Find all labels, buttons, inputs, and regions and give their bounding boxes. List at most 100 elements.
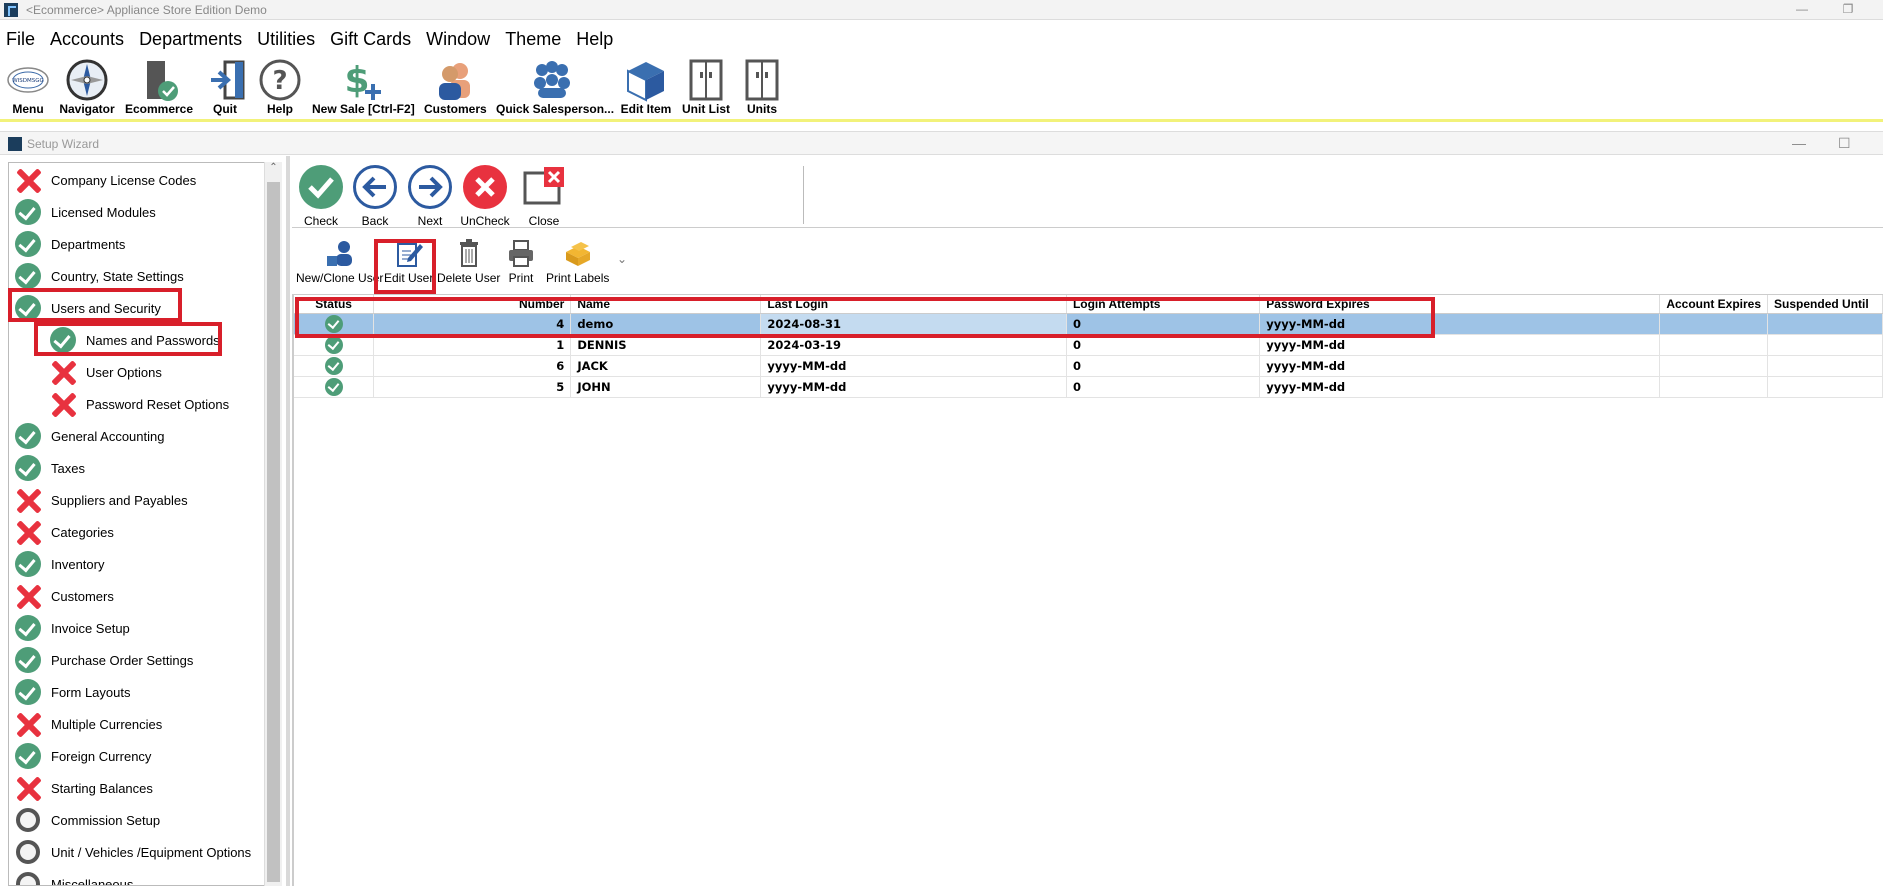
menu-help[interactable]: Help — [570, 26, 622, 52]
column-header-account-expires[interactable]: Account Expires — [1659, 295, 1769, 314]
scroll-thumb[interactable] — [267, 182, 280, 882]
toolbar-menu-button[interactable]: WISDMSGG Menu — [4, 56, 52, 118]
column-header-last-login[interactable]: Last Login — [760, 295, 1067, 314]
new-clone-user-button[interactable]: New/Clone User — [296, 238, 383, 285]
toolbar-unit-list-button[interactable]: Unit List — [682, 56, 730, 118]
child-maximize-button[interactable]: ☐ — [1838, 135, 1851, 152]
column-header-name[interactable]: Name — [570, 295, 762, 314]
wizard-step[interactable]: Password Reset Options — [48, 389, 229, 419]
print-labels-button[interactable]: Print Labels — [546, 238, 609, 285]
cell-name: demo — [570, 313, 762, 335]
wizard-step[interactable]: General Accounting — [13, 421, 164, 451]
check-icon — [299, 165, 343, 209]
cabinet-icon — [684, 58, 728, 102]
column-header-status[interactable]: Status — [294, 295, 375, 314]
toolbar-navigator-button[interactable]: Navigator — [58, 56, 116, 118]
wizard-nav-toolbar: Check Back Next UnCheck Close — [292, 162, 1883, 228]
wizard-step[interactable]: Foreign Currency — [13, 741, 151, 771]
menu-departments[interactable]: Departments — [133, 26, 251, 52]
restore-button[interactable]: ❐ — [1838, 2, 1858, 18]
toolbar-separator — [803, 166, 804, 224]
wizard-step[interactable]: Multiple Currencies — [13, 709, 162, 739]
wizard-step[interactable]: Form Layouts — [13, 677, 130, 707]
toolbar-units-button[interactable]: Units — [740, 56, 784, 118]
wizard-step[interactable]: Departments — [13, 229, 125, 259]
check-button[interactable]: Check — [295, 165, 347, 228]
wizard-step[interactable]: Company License Codes — [13, 165, 196, 195]
cell-account-expires — [1659, 313, 1769, 335]
row-status-ok-icon — [324, 377, 343, 396]
column-header-password-expires[interactable]: Password Expires — [1259, 295, 1661, 314]
cell-last-login: yyyy-MM-dd — [760, 355, 1067, 377]
group-icon — [530, 58, 574, 102]
menu-accounts[interactable]: Accounts — [44, 26, 133, 52]
row-status-ok-icon — [324, 314, 343, 333]
toolbar-edit-item-button[interactable]: Edit Item — [618, 56, 674, 118]
close-button[interactable]: Close — [518, 165, 570, 228]
setup-wizard-titlebar: Setup Wizard — ☐ — [0, 131, 1883, 155]
menu-file[interactable]: File — [0, 26, 44, 52]
toolbar-quick-salesperson-button[interactable]: Quick Salesperson... — [496, 56, 614, 118]
cell-account-expires — [1659, 376, 1769, 398]
box-icon — [624, 58, 668, 102]
minimize-button[interactable]: — — [1792, 2, 1812, 18]
back-button[interactable]: Back — [349, 165, 401, 228]
menu-window[interactable]: Window — [420, 26, 499, 52]
uncheck-button[interactable]: UnCheck — [459, 165, 511, 228]
cell-password-expires: yyyy-MM-dd — [1259, 313, 1661, 335]
cell-login-attempts: 0 — [1066, 334, 1261, 356]
toolbar-quit-button[interactable]: Quit — [205, 56, 245, 118]
cell-password-expires: yyyy-MM-dd — [1259, 334, 1661, 356]
menu-theme[interactable]: Theme — [499, 26, 570, 52]
main-toolbar: WISDMSGG Menu Navigator Ecommerce Quit ?… — [0, 56, 1883, 122]
wizard-step[interactable]: Taxes — [13, 453, 85, 483]
table-row[interactable]: 5 JOHN yyyy-MM-dd 0 yyyy-MM-dd — [294, 376, 1883, 398]
edit-pencil-icon — [394, 238, 424, 268]
column-header-suspended-until[interactable]: Suspended Until — [1767, 295, 1883, 314]
column-header-number[interactable]: Number — [373, 295, 572, 314]
wizard-step[interactable]: Commission Setup — [13, 805, 160, 835]
wizard-step[interactable]: Suppliers and Payables — [13, 485, 188, 515]
cabinet-icon — [740, 58, 784, 102]
column-header-login-attempts[interactable]: Login Attempts — [1066, 295, 1261, 314]
child-minimize-button[interactable]: — — [1792, 135, 1806, 151]
table-row[interactable]: 1 DENNIS 2024-03-19 0 yyyy-MM-dd — [294, 334, 1883, 356]
menu-utilities[interactable]: Utilities — [251, 26, 324, 52]
wizard-step[interactable]: Starting Balances — [13, 773, 153, 803]
toolbar-help-button[interactable]: ? Help — [258, 56, 302, 118]
wizard-step-users-and-security[interactable]: Users and Security — [13, 293, 161, 323]
toolbar-new-sale-button[interactable]: $ New Sale [Ctrl-F2] — [312, 56, 415, 118]
delete-user-button[interactable]: Delete User — [437, 238, 500, 285]
status-done-icon — [15, 647, 41, 673]
scroll-up-arrow-icon[interactable]: ⌃ — [265, 162, 282, 180]
edit-user-button[interactable]: Edit User — [384, 238, 433, 285]
toolbar-customers-button[interactable]: Customers — [424, 56, 487, 118]
status-missing-icon — [15, 167, 41, 193]
table-row[interactable]: 6 JACK yyyy-MM-dd 0 yyyy-MM-dd — [294, 355, 1883, 377]
cell-number: 4 — [373, 313, 572, 335]
wizard-step[interactable]: Unit / Vehicles /Equipment Options — [13, 837, 251, 867]
wizard-step[interactable]: User Options — [48, 357, 162, 387]
wizard-step-names-and-passwords[interactable]: Names and Passwords — [48, 325, 220, 355]
status-done-icon — [15, 263, 41, 289]
toolbar-overflow-chevron-icon[interactable]: ⌄ — [617, 252, 627, 266]
menu-gift-cards[interactable]: Gift Cards — [324, 26, 420, 52]
cell-last-login: 2024-08-31 — [760, 313, 1067, 335]
status-missing-icon — [15, 519, 41, 545]
cell-number: 1 — [373, 334, 572, 356]
next-button[interactable]: Next — [404, 165, 456, 228]
wizard-step[interactable]: Invoice Setup — [13, 613, 130, 643]
tree-scrollbar[interactable]: ⌃ — [264, 162, 282, 886]
uncheck-x-icon — [463, 165, 507, 209]
wizard-step[interactable]: Customers — [13, 581, 114, 611]
wizard-step[interactable]: Purchase Order Settings — [13, 645, 193, 675]
wizard-step[interactable]: Inventory — [13, 549, 104, 579]
toolbar-ecommerce-button[interactable]: Ecommerce — [124, 56, 194, 118]
wizard-step[interactable]: Licensed Modules — [13, 197, 156, 227]
wizard-step[interactable]: Categories — [13, 517, 114, 547]
wizard-step[interactable]: Country, State Settings — [13, 261, 184, 291]
panel-splitter[interactable] — [286, 156, 290, 886]
wizard-step[interactable]: Miscellaneous — [13, 869, 133, 885]
table-row-selected[interactable]: 4 demo 2024-08-31 0 yyyy-MM-dd — [294, 313, 1883, 335]
print-button[interactable]: Print — [506, 238, 536, 285]
